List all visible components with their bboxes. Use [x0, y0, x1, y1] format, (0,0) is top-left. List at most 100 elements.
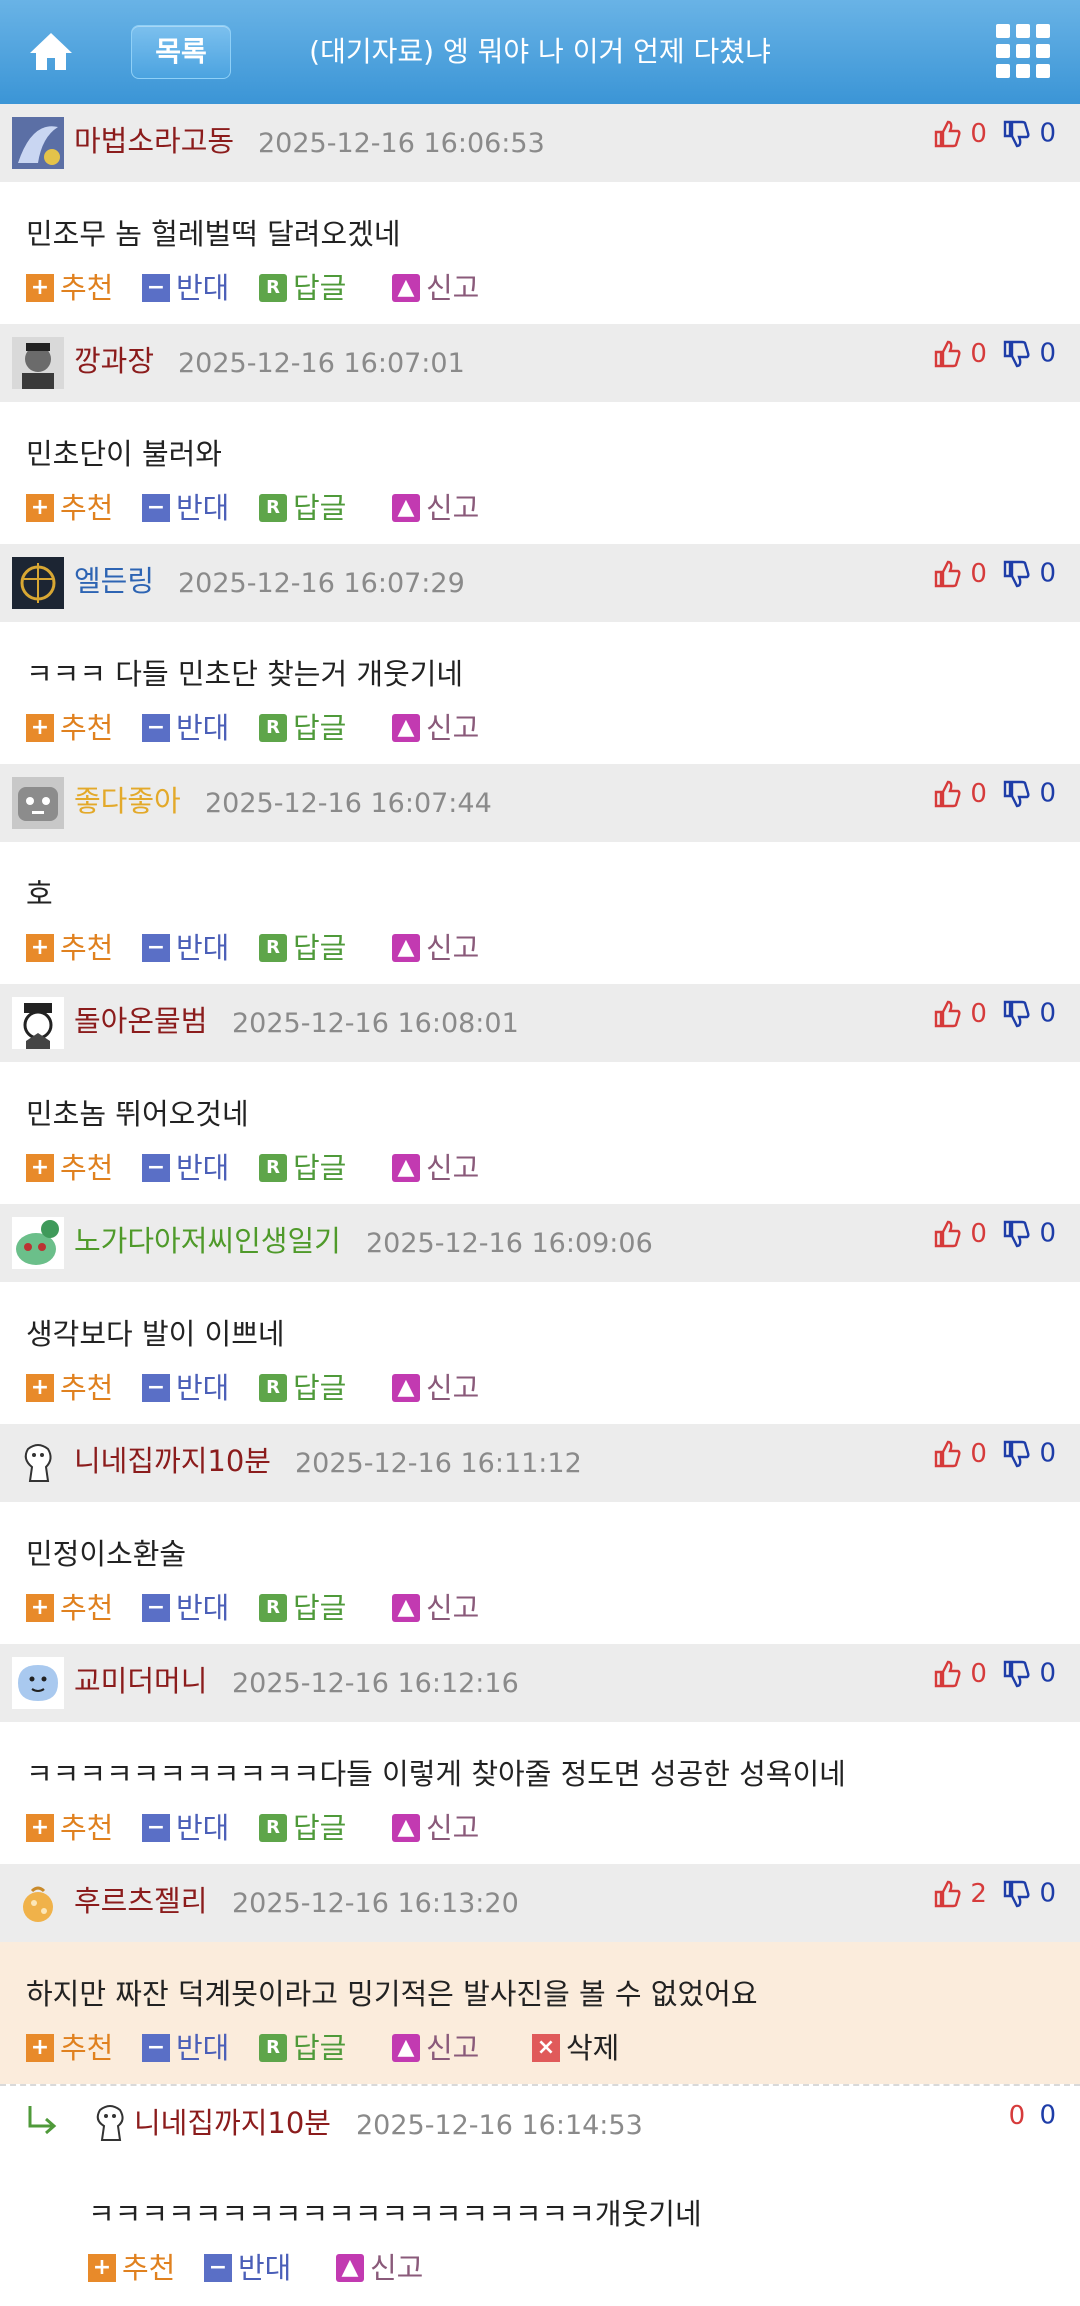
avatar[interactable]	[12, 1877, 64, 1929]
avatar[interactable]	[12, 117, 64, 169]
downvote-count: 0	[1039, 778, 1056, 809]
thumbs-up-icon[interactable]	[932, 339, 962, 369]
oppose-button[interactable]: − 반대	[142, 1366, 229, 1410]
report-button[interactable]: ▲ 신고	[392, 486, 479, 530]
minus-icon: −	[142, 274, 170, 302]
comment-time: 2025-12-16 16:07:44	[205, 788, 492, 819]
vote-counts: 0 0	[1009, 2100, 1056, 2140]
report-button[interactable]: ▲ 신고	[392, 706, 479, 750]
grid-menu-icon[interactable]	[996, 24, 1050, 78]
reply-button[interactable]: R 답글	[259, 706, 346, 750]
downvote-count: 0	[1039, 338, 1056, 369]
thumbs-up-icon[interactable]	[932, 119, 962, 149]
reply-button[interactable]: R 답글	[259, 486, 346, 530]
author-name[interactable]: 교미더머니	[74, 1661, 207, 1701]
thumbs-down-icon[interactable]	[1001, 779, 1031, 809]
oppose-button[interactable]: − 반대	[142, 926, 229, 970]
avatar[interactable]	[12, 1657, 64, 1709]
reply-button[interactable]: R 답글	[259, 1586, 346, 1630]
comment-time: 2025-12-16 16:12:16	[232, 1668, 519, 1699]
vote-counts: 0 0	[932, 998, 1056, 1038]
thumbs-down-icon[interactable]	[1001, 999, 1031, 1029]
oppose-button[interactable]: − 반대	[142, 1146, 229, 1190]
thumbs-down-icon[interactable]	[1001, 339, 1031, 369]
report-button[interactable]: ▲ 신고	[392, 1586, 479, 1630]
report-button[interactable]: ▲ 신고	[336, 2246, 423, 2290]
recommend-button[interactable]: + 추천	[26, 1146, 113, 1190]
recommend-button[interactable]: + 추천	[26, 1366, 113, 1410]
thumbs-up-icon[interactable]	[932, 559, 962, 589]
recommend-button[interactable]: + 추천	[26, 266, 113, 310]
siren-icon: ▲	[392, 274, 420, 302]
thumbs-down-icon[interactable]	[1001, 559, 1031, 589]
oppose-button[interactable]: − 반대	[142, 706, 229, 750]
oppose-button[interactable]: − 반대	[142, 486, 229, 530]
thumbs-down-icon[interactable]	[1001, 1659, 1031, 1689]
comment-time: 2025-12-16 16:07:01	[178, 348, 465, 379]
home-button[interactable]	[26, 26, 76, 76]
author-name[interactable]: 후르츠젤리	[74, 1881, 207, 1921]
report-button[interactable]: ▲ 신고	[392, 1146, 479, 1190]
oppose-button[interactable]: − 반대	[142, 2026, 229, 2070]
author-name[interactable]: 노가다아저씨인생일기	[74, 1221, 341, 1261]
thumbs-up-icon[interactable]	[932, 779, 962, 809]
downvote-count: 0	[1039, 2100, 1056, 2131]
author-name[interactable]: 니네집까지10분	[74, 1441, 271, 1481]
author-name[interactable]: 마법소라고동	[74, 121, 234, 161]
thumbs-down-icon[interactable]	[1001, 1439, 1031, 1469]
avatar[interactable]	[12, 1217, 64, 1269]
recommend-button[interactable]: + 추천	[26, 486, 113, 530]
author-name[interactable]: 니네집까지10분	[134, 2103, 331, 2143]
avatar[interactable]	[12, 1437, 64, 1489]
thumbs-up-icon[interactable]	[932, 1439, 962, 1469]
report-button[interactable]: ▲ 신고	[392, 926, 479, 970]
delete-button[interactable]: × 삭제	[532, 2026, 619, 2070]
reply-button[interactable]: R 답글	[259, 1806, 346, 1850]
reply-button[interactable]: R 답글	[259, 1366, 346, 1410]
reply-button[interactable]: R 답글	[259, 926, 346, 970]
thumbs-up-icon[interactable]	[932, 999, 962, 1029]
recommend-button[interactable]: + 추천	[88, 2246, 175, 2290]
minus-icon: −	[142, 2034, 170, 2062]
thumbs-down-icon[interactable]	[1001, 1879, 1031, 1909]
author-name[interactable]: 좋다좋아	[74, 781, 181, 821]
upvote-count: 0	[970, 1658, 987, 1689]
avatar[interactable]	[12, 997, 64, 1049]
thumbs-up-icon[interactable]	[932, 1659, 962, 1689]
list-button[interactable]: 목록	[131, 25, 231, 79]
plus-icon: +	[26, 494, 54, 522]
recommend-button[interactable]: + 추천	[26, 1586, 113, 1630]
thumbs-down-icon[interactable]	[1001, 1219, 1031, 1249]
recommend-button[interactable]: + 추천	[26, 926, 113, 970]
avatar[interactable]	[12, 557, 64, 609]
avatar[interactable]	[12, 777, 64, 829]
thumbs-up-icon[interactable]	[932, 1879, 962, 1909]
siren-icon: ▲	[392, 1594, 420, 1622]
oppose-button[interactable]: − 반대	[142, 1586, 229, 1630]
reply-button[interactable]: R 답글	[259, 2026, 346, 2070]
reply-button[interactable]: R 답글	[259, 266, 346, 310]
report-button[interactable]: ▲ 신고	[392, 266, 479, 310]
oppose-button[interactable]: − 반대	[142, 1806, 229, 1850]
recommend-button[interactable]: + 추천	[26, 706, 113, 750]
report-button[interactable]: ▲ 신고	[392, 1366, 479, 1410]
upvote-count: 0	[1008, 2100, 1026, 2131]
comment-text: 민정이소환술	[26, 1537, 187, 1571]
minus-icon: −	[142, 1814, 170, 1842]
author-name[interactable]: 엘든링	[74, 561, 154, 601]
oppose-button[interactable]: − 반대	[142, 266, 229, 310]
thumbs-down-icon[interactable]	[1001, 119, 1031, 149]
minus-icon: −	[142, 714, 170, 742]
author-name[interactable]: 돌아온물범	[74, 1001, 207, 1041]
recommend-button[interactable]: + 추천	[26, 2026, 113, 2070]
report-button[interactable]: ▲ 신고	[392, 2026, 479, 2070]
avatar[interactable]	[90, 2100, 130, 2146]
thumbs-up-icon[interactable]	[932, 1219, 962, 1249]
report-button[interactable]: ▲ 신고	[392, 1806, 479, 1850]
vote-counts: 0 0	[932, 558, 1056, 598]
author-name[interactable]: 깡과장	[74, 341, 154, 381]
oppose-button[interactable]: − 반대	[204, 2246, 291, 2290]
avatar[interactable]	[12, 337, 64, 389]
recommend-button[interactable]: + 추천	[26, 1806, 113, 1850]
reply-button[interactable]: R 답글	[259, 1146, 346, 1190]
